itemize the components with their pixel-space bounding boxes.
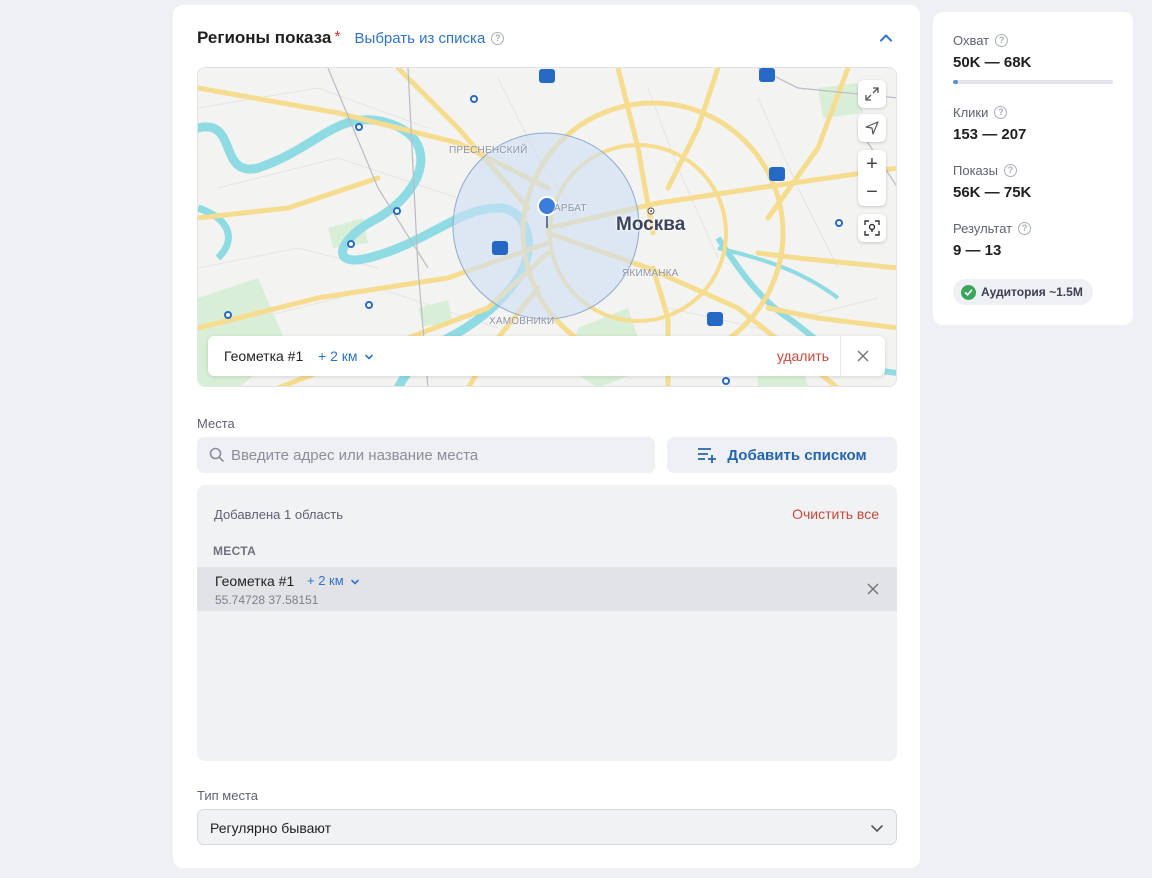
help-icon[interactable]: ? xyxy=(491,31,505,45)
delete-geometry-link[interactable]: удалить xyxy=(777,348,829,364)
places-label: Места xyxy=(197,416,235,431)
reach-progress-fill xyxy=(953,80,958,84)
zoom-in-button[interactable]: + xyxy=(858,150,886,178)
city-label: Москва xyxy=(616,214,686,235)
forecast-card: Охват? 50K — 68K Клики? 153 — 207 Показы… xyxy=(933,12,1133,325)
reach-stat: Охват? 50K — 68K xyxy=(953,33,1031,71)
geolocation-target-icon xyxy=(864,220,880,236)
impressions-value: 56K — 75K xyxy=(953,184,1032,201)
place-name: Геометка #1 xyxy=(215,573,295,589)
place-radius-dropdown[interactable]: + 2 км xyxy=(307,573,360,588)
search-input[interactable] xyxy=(231,437,641,473)
chevron-down-icon xyxy=(365,354,374,360)
district-label: ХАМОВНИКИ xyxy=(489,316,555,327)
chevron-down-icon xyxy=(351,579,360,585)
help-icon[interactable]: ? xyxy=(995,34,1009,47)
chevron-up-icon[interactable] xyxy=(878,30,894,46)
section-title: Регионы показа xyxy=(197,28,332,47)
select-from-list-link[interactable]: Выбрать из списка xyxy=(355,30,486,47)
required-mark: * xyxy=(334,29,341,46)
district-label: ЯКИМАНКА xyxy=(622,268,679,279)
places-count: Добавлена 1 область xyxy=(214,507,343,522)
radius-value: + 2 км xyxy=(318,348,358,364)
reach-progress xyxy=(953,80,1113,84)
place-search[interactable] xyxy=(197,437,655,473)
geolocation-button[interactable] xyxy=(858,214,886,242)
fullscreen-icon xyxy=(865,87,879,101)
clicks-stat: Клики? 153 — 207 xyxy=(953,105,1026,143)
regions-card: Регионы показа * Выбрать из списка ? ПРЕ… xyxy=(173,5,920,868)
result-stat: Результат? 9 — 13 xyxy=(953,221,1032,259)
impressions-stat: Показы? 56K — 75K xyxy=(953,163,1031,201)
place-type-select[interactable]: Регулярно бывают xyxy=(197,809,897,845)
help-icon[interactable]: ? xyxy=(994,106,1008,119)
places-panel: Добавлена 1 область Очистить все МЕСТА Г… xyxy=(197,485,897,761)
locate-button[interactable] xyxy=(858,114,886,142)
divider xyxy=(840,336,841,376)
result-value: 9 — 13 xyxy=(953,242,1002,259)
clicks-value: 153 — 207 xyxy=(953,126,1027,143)
geometry-name: Геометка #1 xyxy=(224,348,304,364)
chevron-down-icon xyxy=(871,825,883,833)
help-icon[interactable]: ? xyxy=(1003,164,1017,177)
result-label: Результат xyxy=(953,221,1013,236)
add-list-label: Добавить списком xyxy=(727,446,867,464)
regions-header: Регионы показа * Выбрать из списка ? xyxy=(197,27,505,49)
district-label: ПРЕСНЕНСКИЙ xyxy=(449,145,528,156)
place-radius-value: + 2 км xyxy=(307,573,344,588)
zoom-controls: + − xyxy=(858,150,886,206)
impressions-label: Показы xyxy=(953,163,998,178)
add-list-button[interactable]: Добавить списком xyxy=(667,437,897,473)
place-type-label: Тип места xyxy=(197,788,258,803)
help-icon[interactable]: ? xyxy=(1018,222,1032,235)
remove-place-icon[interactable] xyxy=(866,582,880,596)
clear-all-link[interactable]: Очистить все xyxy=(792,506,879,522)
district-label: АРБАТ xyxy=(554,203,587,214)
zoom-out-button[interactable]: − xyxy=(858,178,886,206)
list-item[interactable]: Геометка #1 + 2 км 55.74728 37.58151 xyxy=(197,567,897,611)
close-icon[interactable] xyxy=(855,348,871,364)
locate-icon xyxy=(865,121,879,135)
add-list-icon xyxy=(698,448,717,463)
places-list-header: МЕСТА xyxy=(213,544,257,558)
reach-label: Охват xyxy=(953,33,990,48)
reach-value: 50K — 68K xyxy=(953,54,1032,71)
clicks-label: Клики xyxy=(953,105,989,120)
fullscreen-button[interactable] xyxy=(858,80,886,108)
radius-dropdown[interactable]: + 2 км xyxy=(318,348,374,364)
place-coords: 55.74728 37.58151 xyxy=(215,593,319,607)
check-icon xyxy=(961,284,976,300)
audience-badge-label: Аудитория ~1.5M xyxy=(981,285,1083,299)
map[interactable]: ПРЕСНЕНСКИЙ АРБАТ ЯКИМАНКА ХАМОВНИКИ Мос… xyxy=(197,67,897,387)
audience-badge: Аудитория ~1.5M xyxy=(953,279,1093,305)
place-type-value: Регулярно бывают xyxy=(210,820,332,836)
search-icon xyxy=(209,447,224,462)
geometry-bar: Геометка #1 + 2 км удалить xyxy=(208,336,885,376)
